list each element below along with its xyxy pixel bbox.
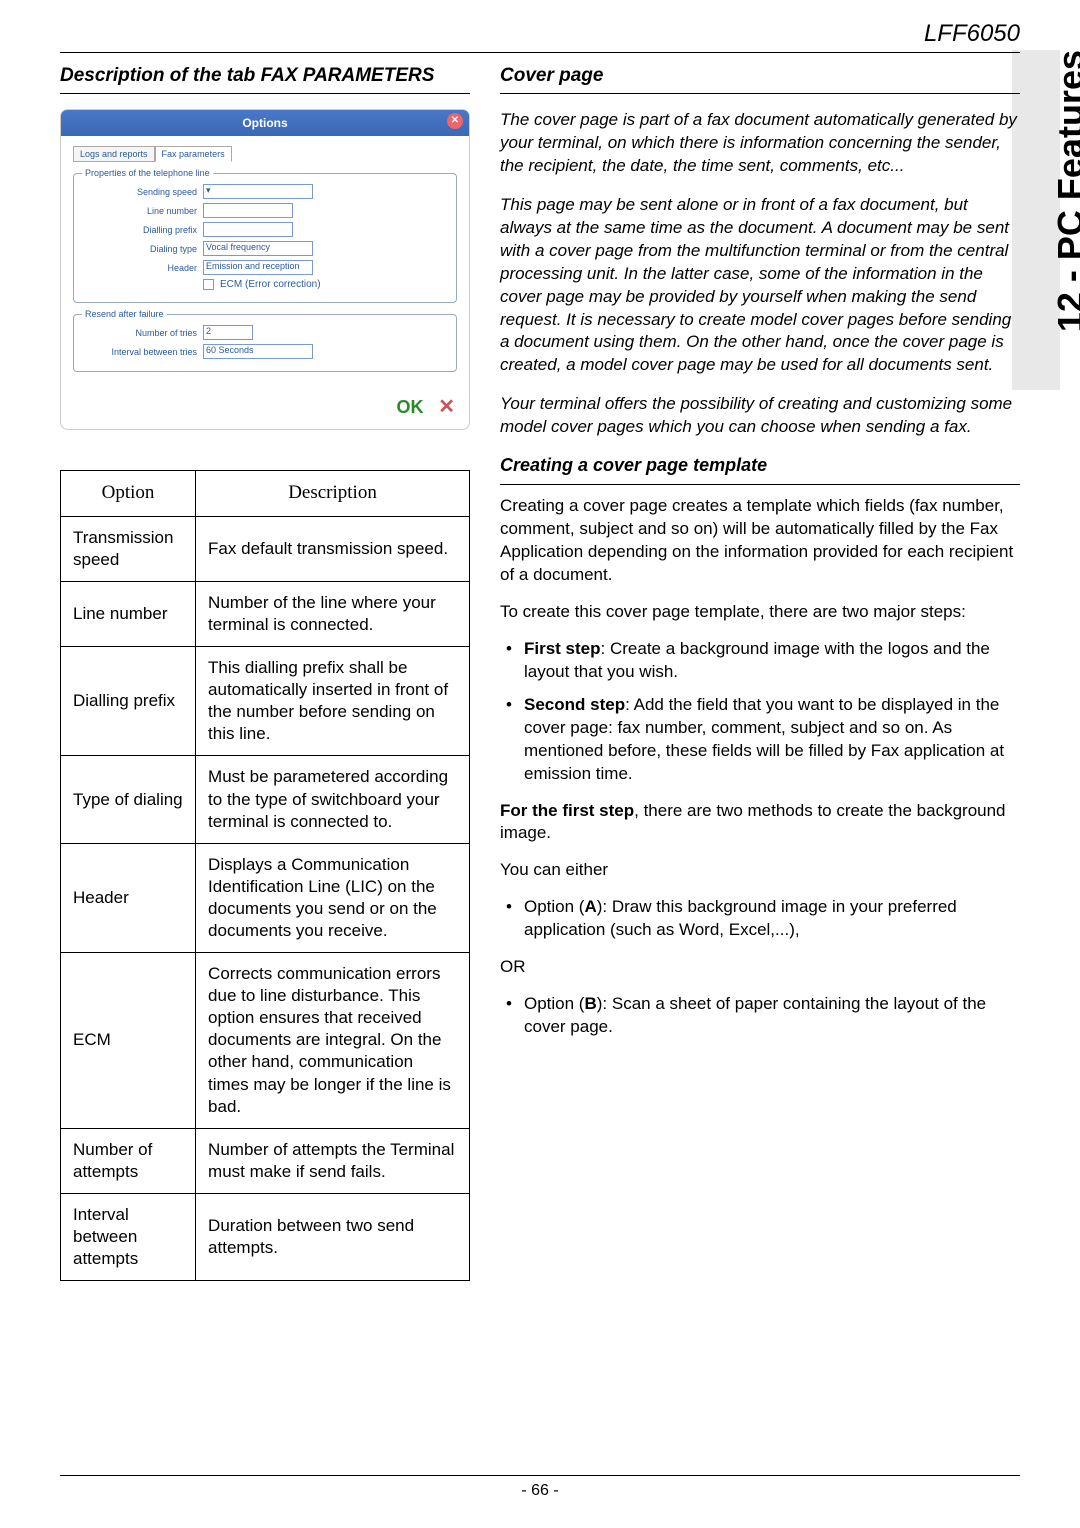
cell-desc: Must be parametered according to the typ…	[196, 756, 470, 843]
cover-underline	[500, 93, 1020, 94]
header-model: LFF6050	[60, 20, 1020, 48]
label-line-number: Line number	[82, 206, 197, 216]
label-sending-speed: Sending speed	[82, 187, 197, 197]
cell-desc: Corrects communication errors due to lin…	[196, 953, 470, 1129]
for-first-step-para: For the first step, there are two method…	[500, 800, 1020, 846]
fax-params-heading: Description of the tab FAX PARAMETERS	[60, 65, 470, 87]
table-row: Interval between attemptsDuration betwee…	[61, 1193, 470, 1280]
cover-p2: This page may be sent alone or in front …	[500, 194, 1020, 378]
creating-template-heading: Creating a cover page template	[500, 455, 1020, 476]
legend-telephone-line: Properties of the telephone line	[82, 168, 213, 178]
checkbox-ecm[interactable]	[203, 279, 214, 290]
cell-option: Header	[61, 843, 196, 952]
dialog-body: Logs and reportsFax parameters Propertie…	[61, 136, 469, 388]
dialog-titlebar: Options ✕	[61, 110, 469, 136]
table-row: Line numberNumber of the line where your…	[61, 581, 470, 646]
tab-logs-reports[interactable]: Logs and reports	[73, 146, 155, 162]
cell-desc: Number of the line where your terminal i…	[196, 581, 470, 646]
cover-page-heading: Cover page	[500, 65, 1020, 87]
list-item: First step: Create a background image wi…	[500, 638, 1020, 684]
for-first-step-label: For the first step	[500, 801, 634, 820]
list-item: Option (A): Draw this background image i…	[500, 896, 1020, 942]
label-interval: Interval between tries	[82, 347, 197, 357]
you-can-either: You can either	[500, 859, 1020, 882]
cell-desc: Number of attempts the Terminal must mak…	[196, 1128, 470, 1193]
cell-desc: Fax default transmission speed.	[196, 516, 470, 581]
dialog-buttonbar: OK ✕	[61, 388, 469, 429]
table-row: Dialling prefixThis dialling prefix shal…	[61, 647, 470, 756]
cover-p1: The cover page is part of a fax document…	[500, 109, 1020, 178]
th-option: Option	[61, 471, 196, 517]
input-dialling-prefix[interactable]	[203, 222, 293, 237]
table-row: ECMCorrects communication errors due to …	[61, 953, 470, 1129]
steps-list: First step: Create a background image wi…	[500, 638, 1020, 786]
cell-option: Transmission speed	[61, 516, 196, 581]
left-column: Description of the tab FAX PARAMETERS Op…	[60, 65, 470, 1281]
option-b-list: Option (B): Scan a sheet of paper contai…	[500, 993, 1020, 1039]
cover-p3: Your terminal offers the possibility of …	[500, 393, 1020, 439]
optA-label: A	[584, 897, 596, 916]
options-description-table: Option Description Transmission speedFax…	[60, 470, 470, 1281]
heading-underline	[60, 93, 470, 94]
footer-divider	[60, 1475, 1020, 1476]
select-sending-speed[interactable]: ▾	[203, 184, 313, 199]
creating-p4: Creating a cover page creates a template…	[500, 495, 1020, 587]
cell-desc: Duration between two send attempts.	[196, 1193, 470, 1280]
cell-option: Type of dialing	[61, 756, 196, 843]
heading-prefix: Description of the tab	[60, 65, 261, 86]
label-header: Header	[82, 263, 197, 273]
table-row: Transmission speedFax default transmissi…	[61, 516, 470, 581]
table-row: Type of dialingMust be parametered accor…	[61, 756, 470, 843]
right-column: Cover page The cover page is part of a f…	[500, 65, 1020, 1281]
table-row: Number of attemptsNumber of attempts the…	[61, 1128, 470, 1193]
list-item: Second step: Add the field that you want…	[500, 694, 1020, 786]
cell-option: Line number	[61, 581, 196, 646]
tab-fax-parameters[interactable]: Fax parameters	[155, 146, 232, 162]
telephone-line-fieldset: Properties of the telephone line Sending…	[73, 168, 457, 303]
cell-desc: Displays a Communication Identification …	[196, 843, 470, 952]
cell-option: ECM	[61, 953, 196, 1129]
option-a-list: Option (A): Draw this background image i…	[500, 896, 1020, 942]
label-num-tries: Number of tries	[82, 328, 197, 338]
cell-option: Interval between attempts	[61, 1193, 196, 1280]
label-dialling-prefix: Dialling prefix	[82, 225, 197, 235]
cell-option: Number of attempts	[61, 1128, 196, 1193]
th-description: Description	[196, 471, 470, 517]
ok-button[interactable]: OK	[397, 397, 424, 418]
cancel-button[interactable]: ✕	[438, 394, 455, 419]
label-ecm: ECM (Error correction)	[220, 279, 321, 290]
select-num-tries[interactable]: 2	[203, 325, 253, 340]
list-item: Option (B): Scan a sheet of paper contai…	[500, 993, 1020, 1039]
dialog-title: Options	[242, 116, 287, 130]
label-dialing-type: Dialing type	[82, 244, 197, 254]
page-number: - 66 -	[521, 1482, 558, 1499]
step1-label: First step	[524, 639, 601, 658]
resend-fieldset: Resend after failure Number of tries 2 I…	[73, 309, 457, 372]
select-interval[interactable]: 60 Seconds	[203, 344, 313, 359]
step2-label: Second step	[524, 695, 625, 714]
page-footer: - 66 -	[0, 1475, 1080, 1500]
heading-caps: FAX PARAMETERS	[261, 65, 435, 86]
header-divider	[60, 52, 1020, 53]
select-header[interactable]: Emission and reception	[203, 260, 313, 275]
creating-underline	[500, 484, 1020, 485]
input-line-number[interactable]	[203, 203, 293, 218]
close-icon[interactable]: ✕	[447, 113, 463, 129]
creating-p5: To create this cover page template, ther…	[500, 601, 1020, 624]
options-dialog: Options ✕ Logs and reportsFax parameters…	[60, 109, 470, 430]
table-row: HeaderDisplays a Communication Identific…	[61, 843, 470, 952]
dialog-tabs: Logs and reportsFax parameters	[73, 146, 457, 162]
chapter-tab: 12 - PC Features	[1050, 50, 1080, 332]
legend-resend: Resend after failure	[82, 309, 167, 319]
cell-option: Dialling prefix	[61, 647, 196, 756]
or-text: OR	[500, 956, 1020, 979]
select-dialing-type[interactable]: Vocal frequency	[203, 241, 313, 256]
cell-desc: This dialling prefix shall be automatica…	[196, 647, 470, 756]
optB-label: B	[584, 994, 596, 1013]
